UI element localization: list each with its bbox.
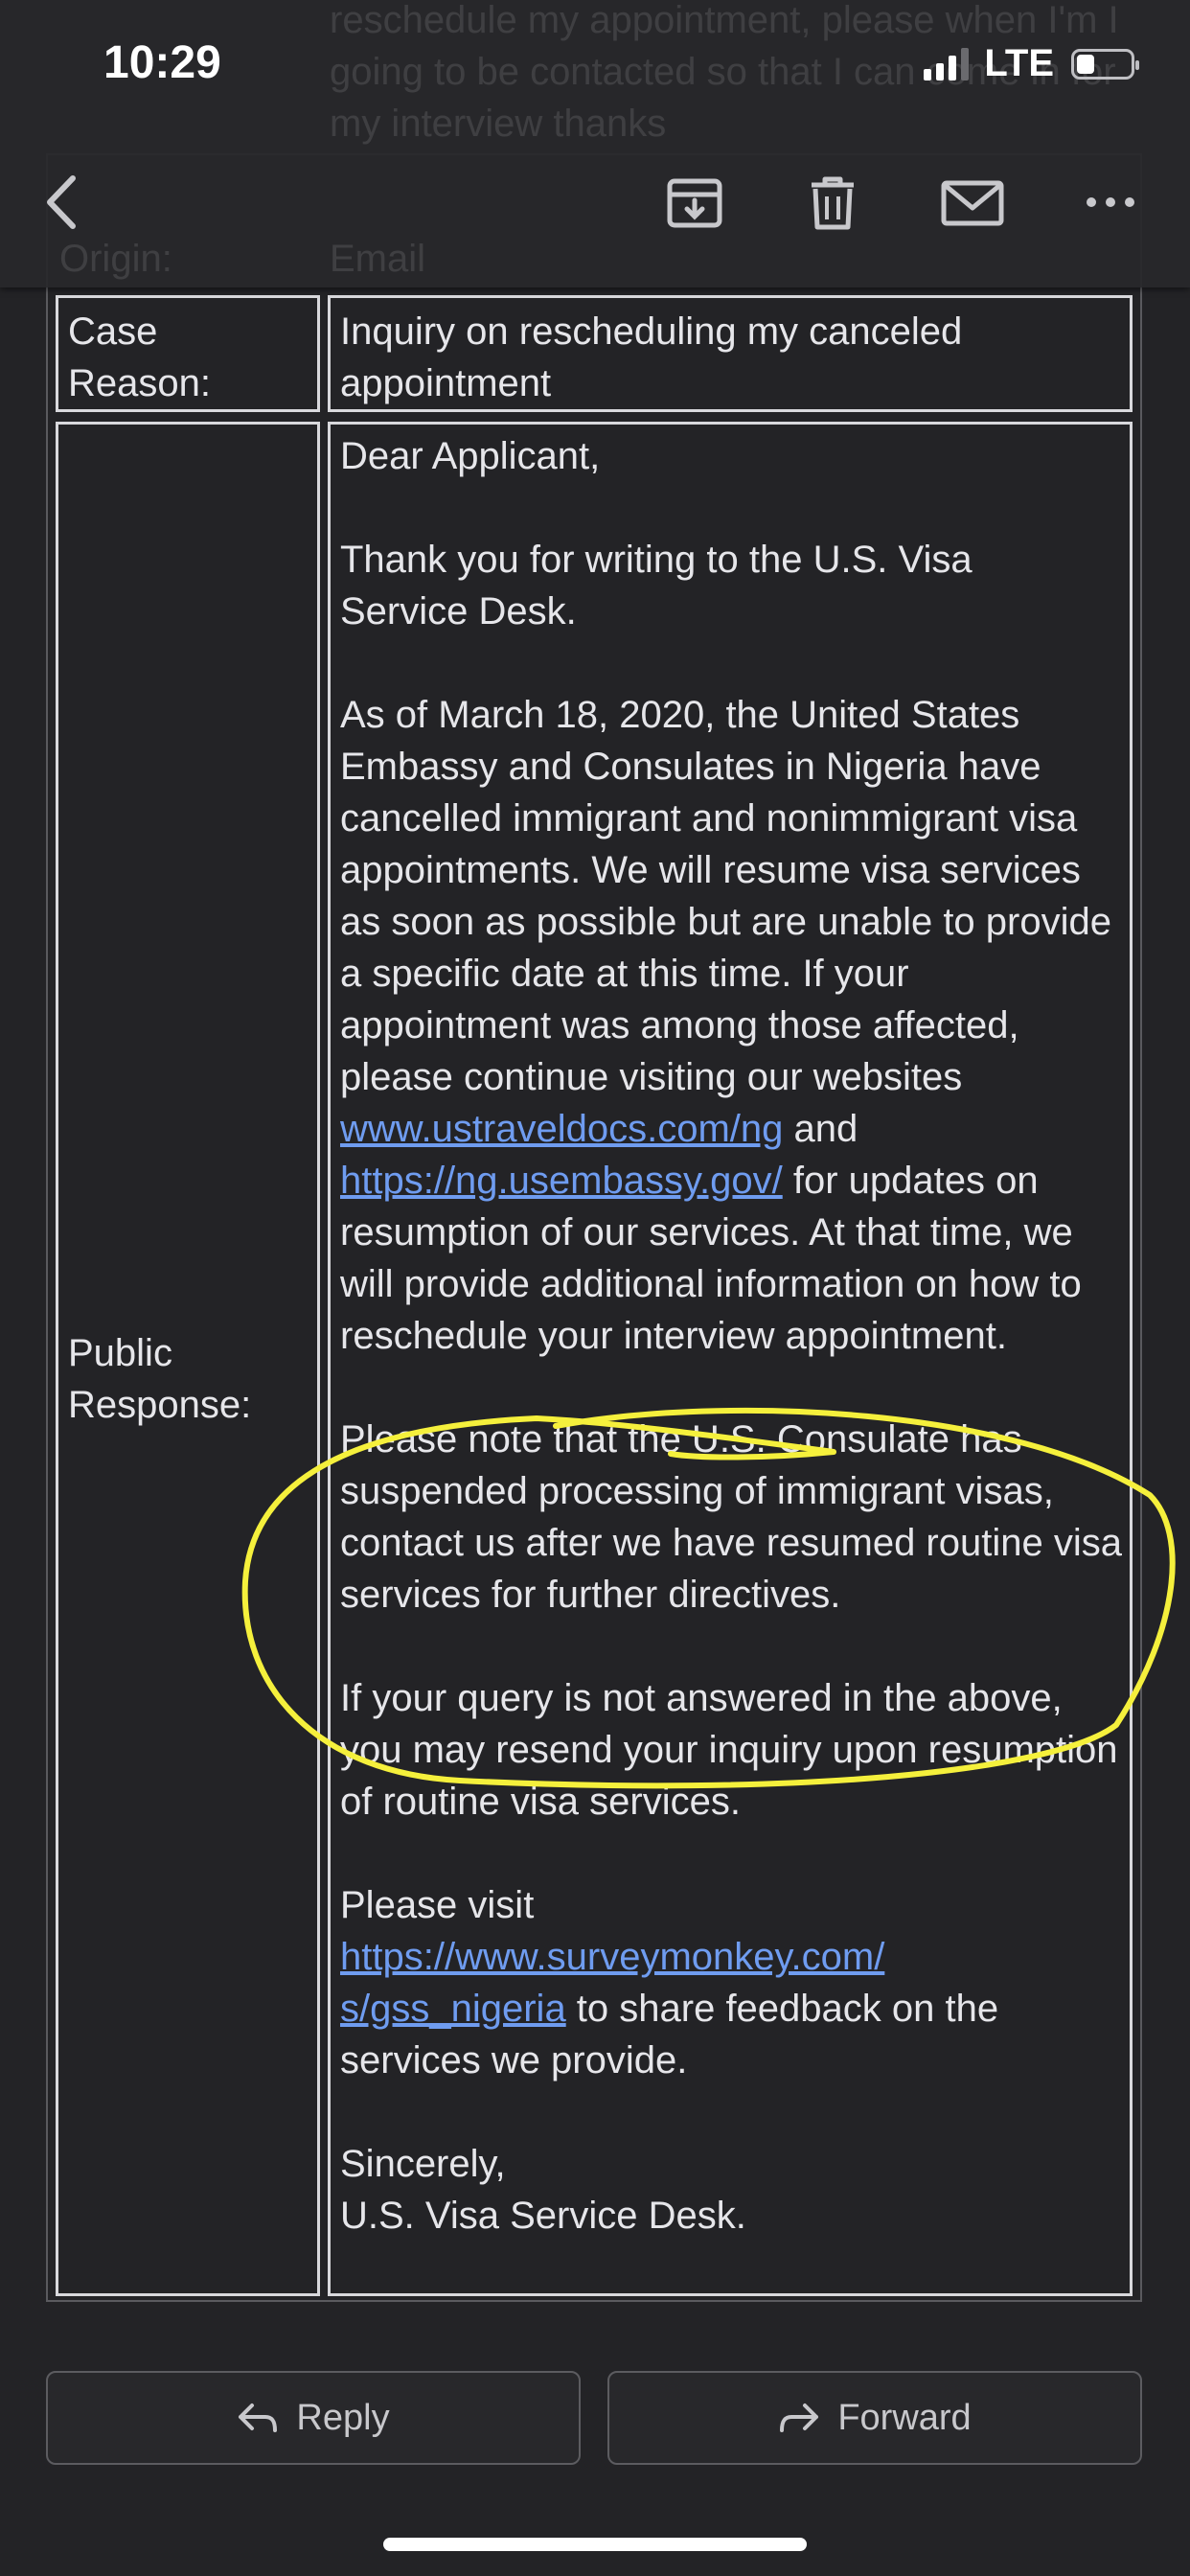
email-header: reschedule my appointment, please when I…	[0, 0, 1190, 288]
archive-button[interactable]	[661, 169, 728, 236]
network-type: LTE	[984, 42, 1054, 84]
resend-paragraph: If your query is not answered in the abo…	[340, 1677, 1118, 1823]
feedback-paragraph: Please visit https://www.surveymonkey.com…	[340, 1879, 1130, 2086]
scrolled-origin-value: Email	[330, 238, 426, 280]
archive-icon	[667, 178, 722, 228]
cancellation-text-start: As of March 18, 2020, the United States …	[340, 694, 1111, 1098]
case-reason-value-cell: Inquiry on rescheduling my canceled appo…	[328, 295, 1133, 412]
mark-unread-button[interactable]	[939, 169, 1006, 236]
home-indicator[interactable]	[383, 2538, 807, 2551]
signature: U.S. Visa Service Desk.	[340, 2195, 746, 2237]
case-reason-label-line1: Case	[68, 310, 158, 353]
reply-label: Reply	[296, 2397, 390, 2438]
public-response-label: Public Response:	[68, 1327, 311, 1431]
case-reason-value: Inquiry on rescheduling my canceled appo…	[340, 310, 963, 404]
more-button[interactable]	[1077, 169, 1144, 236]
suspension-paragraph: Please note that the U.S. Consulate has …	[340, 1418, 1122, 1616]
public-response-row: Public Response: Dear Applicant, Thank y…	[56, 422, 1133, 2296]
usembassy-link[interactable]: https://ng.usembassy.gov/	[340, 1160, 783, 1202]
delete-button[interactable]	[799, 169, 866, 236]
case-reason-label-cell: Case Reason:	[56, 295, 320, 412]
surveymonkey-link-part2[interactable]: s/gss_nigeria	[340, 1988, 566, 2030]
case-reason-label: Case Reason:	[68, 306, 311, 409]
back-button[interactable]	[29, 169, 96, 236]
surveymonkey-link-part1[interactable]: https://www.surveymonkey.com/	[340, 1936, 884, 1978]
case-reason-label-line2: Reason:	[68, 362, 211, 404]
signal-icon	[924, 47, 970, 80]
forward-label: Forward	[837, 2397, 972, 2438]
more-icon	[1087, 197, 1134, 207]
status-time: 10:29	[103, 37, 221, 88]
cancellation-text-mid: and	[783, 1108, 858, 1150]
cancellation-paragraph: As of March 18, 2020, the United States …	[340, 689, 1130, 1362]
greeting: Dear Applicant,	[340, 435, 601, 477]
thanks-paragraph: Thank you for writing to the U.S. Visa S…	[340, 539, 973, 632]
reply-icon	[239, 2404, 278, 2432]
feedback-text-start: Please visit	[340, 1884, 535, 1926]
public-response-value-cell: Dear Applicant, Thank you for writing to…	[328, 422, 1133, 2296]
email-body-table: Case Reason: Inquiry on rescheduling my …	[46, 153, 1142, 2302]
battery-icon	[1071, 48, 1139, 80]
status-indicators: LTE	[924, 42, 1139, 85]
ustraveldocs-link[interactable]: www.ustraveldocs.com/ng	[340, 1108, 783, 1150]
mail-icon	[941, 180, 1004, 226]
reply-button[interactable]: Reply	[46, 2371, 581, 2465]
public-response-label-cell: Public Response:	[56, 422, 320, 2296]
forward-button[interactable]: Forward	[607, 2371, 1142, 2465]
forward-icon	[780, 2404, 819, 2432]
public-response-label-line2: Response:	[68, 1384, 252, 1426]
public-response-text: Dear Applicant, Thank you for writing to…	[340, 430, 1130, 2242]
back-icon	[47, 175, 76, 229]
trash-icon	[812, 176, 854, 230]
scrolled-origin-label: Origin:	[59, 238, 172, 280]
closing: Sincerely,	[340, 2143, 506, 2185]
case-reason-row: Case Reason: Inquiry on rescheduling my …	[56, 295, 1133, 412]
public-response-label-line1: Public	[68, 1332, 172, 1374]
